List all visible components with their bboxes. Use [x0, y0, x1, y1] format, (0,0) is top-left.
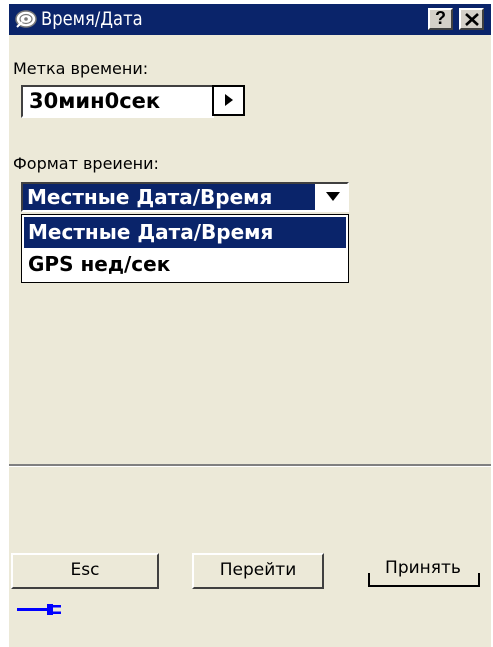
time-format-dropdown-list: Местные Дата/Время GPS нед/сек: [21, 214, 349, 283]
option-local-date-time[interactable]: Местные Дата/Время: [24, 217, 346, 248]
combo-dropdown-button[interactable]: [319, 184, 347, 210]
triangle-right-icon: [214, 93, 243, 107]
chevron-down-icon: [319, 192, 347, 201]
window-title: Время/Дата: [41, 8, 143, 30]
accept-button-label: Принять: [385, 558, 461, 578]
app-icon: [13, 7, 39, 31]
timestamp-value: 30мин0сек: [29, 89, 161, 113]
time-format-selected: Местные Дата/Время: [23, 184, 315, 210]
time-date-window: Время/Дата ? Метка времени: 30мин0сек Фо…: [9, 4, 491, 647]
time-format-combo[interactable]: Местные Дата/Время: [21, 182, 349, 212]
close-icon: [461, 13, 482, 26]
timestamp-arrow-button[interactable]: [212, 85, 245, 116]
accept-button[interactable]: Принять: [359, 553, 487, 589]
title-bar: Время/Дата ?: [9, 4, 491, 35]
close-button[interactable]: [459, 8, 484, 30]
option-gps-week-sec[interactable]: GPS нед/сек: [24, 249, 346, 280]
divider: [9, 464, 491, 467]
timestamp-label: Метка времени:: [13, 59, 149, 78]
esc-button[interactable]: Esc: [11, 553, 159, 589]
timestamp-field[interactable]: 30мин0сек: [21, 85, 214, 118]
go-button-label: Перейти: [219, 560, 297, 580]
help-button[interactable]: ?: [428, 8, 453, 30]
go-button[interactable]: Перейти: [192, 553, 324, 589]
time-format-label: Формат вреиени:: [13, 154, 159, 173]
plug-icon: [17, 599, 67, 619]
